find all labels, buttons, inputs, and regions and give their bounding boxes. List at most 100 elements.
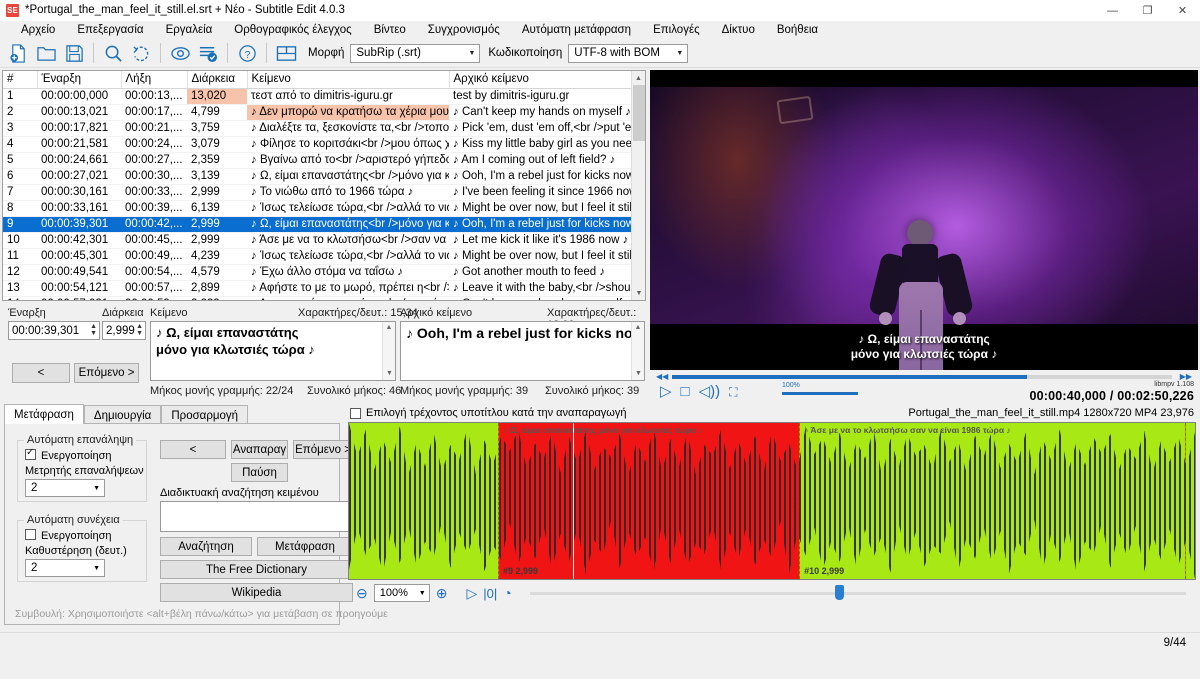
text-editor[interactable]: ♪ Ω, είμαι επαναστάτης μόνο για κλωτσιές…	[150, 321, 396, 381]
replace-icon[interactable]	[127, 40, 155, 66]
menu-help[interactable]: Βοήθεια	[766, 23, 829, 37]
text-editor-scrollbar[interactable]: ▲ ▼	[382, 322, 395, 380]
spell-check-icon[interactable]	[194, 40, 222, 66]
open-folder-icon[interactable]	[32, 40, 60, 66]
auto-repeat-checkbox[interactable]: Ενεργοποίηση	[25, 447, 111, 462]
table-row-selected[interactable]: 9 00:00:39,301 00:00:42,... 2,999 ♪ Ω, ε…	[3, 216, 633, 233]
fullscreen-icon[interactable]: ⛶	[729, 386, 737, 398]
find-icon[interactable]	[99, 40, 127, 66]
waveform-display[interactable]: ♪ Ω, είμαι επαναστάτης μόνο για κλωτσιές…	[348, 422, 1196, 580]
table-row[interactable]: 4 00:00:21,581 00:00:24,... 3,079 ♪ Φίλη…	[3, 136, 633, 153]
menu-sync[interactable]: Συγχρονισμός	[417, 23, 511, 37]
translate-play-button[interactable]: Αναπαραγ	[231, 440, 288, 459]
next-subtitle-button[interactable]: Επόμενο >	[74, 363, 139, 383]
free-dictionary-button[interactable]: The Free Dictionary	[160, 560, 353, 579]
menu-edit[interactable]: Επεξεργασία	[66, 23, 154, 37]
col-header-start[interactable]: Έναρξη	[37, 71, 122, 89]
duration-stepper[interactable]: ▲ ▼	[136, 323, 143, 337]
translate-button[interactable]: Μετάφραση	[257, 537, 353, 556]
visual-sync-icon[interactable]	[166, 40, 194, 66]
col-header-text[interactable]: Κείμενο	[247, 71, 450, 89]
delay-select[interactable]: 2 ▼	[25, 559, 105, 577]
start-time-input[interactable]: 00:00:39,301 ▲ ▼	[8, 321, 100, 340]
scroll-up-icon[interactable]: ▲	[632, 322, 644, 334]
col-header-original[interactable]: Αρχικό κείμενο	[449, 71, 634, 89]
toggle-layout-icon[interactable]	[272, 40, 300, 66]
duration-input[interactable]: 2,999 ▲ ▼	[102, 321, 146, 340]
col-header-duration[interactable]: Διάρκεια	[187, 71, 248, 89]
wikipedia-button[interactable]: Wikipedia	[160, 583, 353, 602]
waveform-segment-selected[interactable]	[497, 423, 800, 579]
zoom-out-icon[interactable]: ⊖	[356, 585, 368, 602]
waveform-segment[interactable]	[799, 423, 1195, 579]
previous-subtitle-button[interactable]: <	[12, 363, 70, 383]
scroll-up-icon[interactable]: ▲	[383, 322, 395, 334]
translate-pause-button[interactable]: Παύση	[231, 463, 288, 482]
search-button[interactable]: Αναζήτηση	[160, 537, 252, 556]
table-row[interactable]: 2 00:00:13,021 00:00:17,... 4,799 ♪ Δεν …	[3, 104, 633, 121]
menu-spellcheck[interactable]: Ορθογραφικός έλεγχος	[223, 23, 362, 37]
select-current-subtitle-checkbox[interactable]: Επιλογή τρέχοντος υποτίτλου κατά την ανα…	[350, 407, 627, 419]
waveform-playhead[interactable]	[573, 423, 575, 579]
help-icon[interactable]: ?	[233, 40, 261, 66]
minimize-button[interactable]: —	[1095, 0, 1130, 21]
maximize-button[interactable]: ❐	[1130, 0, 1165, 21]
play-icon[interactable]: ▷	[660, 384, 672, 399]
menu-file[interactable]: Αρχείο	[10, 23, 66, 37]
tab-adjust[interactable]: Προσαρμογή	[161, 405, 249, 424]
original-text-scrollbar[interactable]: ▲ ▼	[631, 322, 644, 380]
volume-icon[interactable]: ◁))	[699, 384, 721, 399]
segment-boundary[interactable]	[799, 423, 801, 579]
tab-translate[interactable]: Μετάφραση	[4, 404, 84, 424]
save-icon[interactable]	[60, 40, 88, 66]
auto-continue-checkbox[interactable]: Ενεργοποίηση	[25, 529, 111, 542]
table-row[interactable]: 8 00:00:33,161 00:00:39,... 6,139 ♪ Ίσως…	[3, 200, 633, 217]
format-select[interactable]: SubRip (.srt) ▼	[350, 43, 481, 63]
table-row[interactable]: 11 00:00:45,301 00:00:49,... 4,239 ♪ Ίσω…	[3, 248, 633, 265]
rewind-icon[interactable]: ◀◀	[656, 372, 668, 381]
close-button[interactable]: ✕	[1165, 0, 1200, 21]
new-file-icon[interactable]	[4, 40, 32, 66]
video-seekbar[interactable]	[672, 375, 1172, 379]
scroll-down-icon[interactable]: ▼	[632, 286, 645, 300]
list-scrollbar[interactable]: ▲ ▼	[631, 71, 645, 300]
table-row[interactable]: 13 00:00:54,121 00:00:57,... 2,899 ♪ Αφή…	[3, 280, 633, 297]
menu-auto-translate[interactable]: Αυτόματη μετάφραση	[511, 23, 642, 37]
table-row[interactable]: 14 00:00:57,021 00:00:59,... 2,239 ♪ Δεν…	[3, 296, 633, 300]
scroll-down-icon[interactable]: ▼	[632, 368, 644, 380]
segment-boundary[interactable]	[497, 423, 499, 579]
slider-knob[interactable]	[834, 585, 844, 600]
table-row[interactable]: 5 00:00:24,661 00:00:27,... 2,359 ♪ Βγαί…	[3, 152, 633, 169]
speed-icon[interactable]: ◔	[503, 585, 511, 601]
table-row[interactable]: 12 00:00:49,541 00:00:54,... 4,579 ♪ Έχω…	[3, 264, 633, 281]
table-row[interactable]: 10 00:00:42,301 00:00:45,... 2,999 ♪ Άσε…	[3, 232, 633, 249]
stop-icon[interactable]: □	[681, 384, 690, 399]
web-search-input[interactable]	[160, 501, 353, 532]
scroll-up-icon[interactable]: ▲	[632, 71, 645, 85]
waveform-segment[interactable]	[349, 423, 498, 579]
zoom-in-icon[interactable]: ⊕	[436, 585, 448, 602]
menu-video[interactable]: Βίντεο	[363, 23, 417, 37]
forward-icon[interactable]: ▶▶	[1180, 372, 1192, 381]
start-time-stepper[interactable]: ▲ ▼	[90, 323, 97, 337]
repeat-count-select[interactable]: 2 ▼	[25, 479, 105, 497]
tab-create[interactable]: Δημιουργία	[83, 405, 162, 424]
waveform-zoom-select[interactable]: 100% ▼	[373, 584, 430, 602]
col-header-number[interactable]: #	[3, 71, 38, 89]
table-row[interactable]: 3 00:00:17,821 00:00:21,... 3,759 ♪ Διαλ…	[3, 120, 633, 137]
menu-network[interactable]: Δίκτυο	[711, 23, 766, 37]
menu-options[interactable]: Επιλογές	[642, 23, 711, 37]
table-row[interactable]: 1 00:00:00,000 00:00:13,... 13,020 τεστ …	[3, 88, 633, 105]
col-header-end[interactable]: Λήξη	[121, 71, 188, 89]
translate-previous-button[interactable]: <	[160, 440, 226, 459]
play-icon[interactable]: ▷	[466, 585, 477, 602]
scroll-down-icon[interactable]: ▼	[383, 368, 395, 380]
encoding-select[interactable]: UTF-8 with BOM ▼	[568, 43, 689, 63]
original-text-editor[interactable]: ♪ Ooh, I'm a rebel just for kicks now ♪ …	[400, 321, 645, 381]
scrollbar-thumb[interactable]	[633, 85, 645, 141]
subtitle-list[interactable]: # Έναρξη Λήξη Διάρκεια Κείμενο Αρχικό κε…	[2, 70, 646, 301]
table-row[interactable]: 7 00:00:30,161 00:00:33,... 2,999 ♪ Το ν…	[3, 184, 633, 201]
video-player[interactable]: ♪ Ω, είμαι επαναστάτης μόνο για κλωτσιές…	[650, 70, 1198, 370]
table-row[interactable]: 6 00:00:27,021 00:00:30,... 3,139 ♪ Ω, ε…	[3, 168, 633, 185]
menu-tools[interactable]: Εργαλεία	[155, 23, 224, 37]
